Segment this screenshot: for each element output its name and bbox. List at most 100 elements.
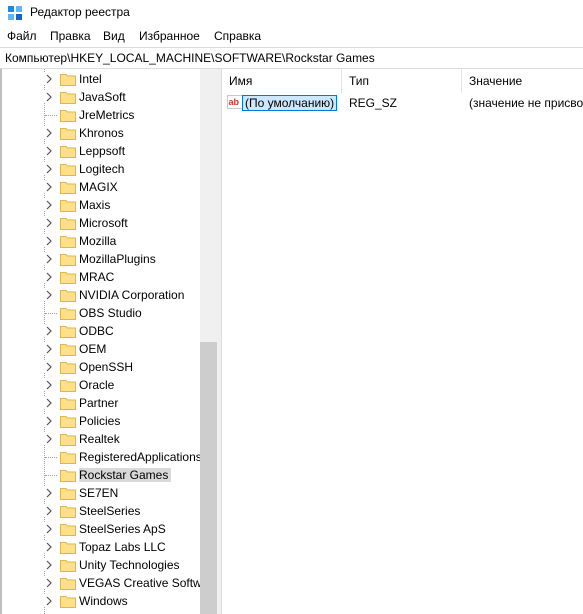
tree-item-label: Microsoft — [79, 216, 128, 230]
tree-item-label: MAGIX — [79, 180, 118, 194]
chevron-right-icon[interactable] — [44, 73, 54, 85]
tree-item[interactable]: OpenSSH — [2, 358, 200, 376]
folder-icon — [60, 578, 76, 590]
tree-item-label: Partner — [79, 396, 119, 410]
address-bar[interactable]: Компьютер\HKEY_LOCAL_MACHINE\SOFTWARE\Ro… — [0, 47, 583, 69]
menu-favorites[interactable]: Избранное — [139, 29, 200, 43]
tree-item[interactable]: SteelSeries — [2, 502, 200, 520]
tree-item[interactable]: SteelSeries ApS — [2, 520, 200, 538]
address-path[interactable]: Компьютер\HKEY_LOCAL_MACHINE\SOFTWARE\Ro… — [5, 51, 375, 65]
chevron-right-icon[interactable] — [44, 559, 54, 571]
chevron-right-icon[interactable] — [44, 361, 54, 373]
values-pane[interactable]: Имя Тип Значение ab (По умолчанию) REG_S… — [222, 69, 583, 614]
tree-item[interactable]: OEM — [2, 340, 200, 358]
tree-item[interactable]: Maxis — [2, 196, 200, 214]
tree-item[interactable]: Topaz Labs LLC — [2, 538, 200, 556]
tree-item-label: MozillaPlugins — [79, 252, 156, 266]
value-name[interactable]: (По умолчанию) — [242, 95, 338, 111]
chevron-right-icon[interactable] — [44, 505, 54, 517]
tree-item[interactable]: RegisteredApplications — [2, 448, 200, 466]
menu-file[interactable]: Файл — [7, 29, 37, 43]
chevron-right-icon[interactable] — [44, 271, 54, 283]
tree-item[interactable]: JreMetrics — [2, 106, 200, 124]
tree-item[interactable]: MAGIX — [2, 178, 200, 196]
tree-item-label: VEGAS Creative Software — [79, 576, 200, 590]
folder-icon — [60, 308, 76, 320]
tree-item-label: Policies — [79, 414, 121, 428]
folder-icon — [60, 128, 76, 140]
column-header-type[interactable]: Тип — [342, 69, 462, 93]
string-value-icon: ab — [227, 95, 243, 109]
column-header-name[interactable]: Имя — [222, 69, 342, 93]
tree-item-label: JavaSoft — [79, 90, 126, 104]
folder-icon — [60, 182, 76, 194]
tree-item-label: MRAC — [79, 270, 115, 284]
tree-item[interactable]: Microsoft — [2, 214, 200, 232]
value-type: REG_SZ — [349, 96, 398, 110]
chevron-right-icon[interactable] — [44, 577, 54, 589]
tree-item[interactable]: Unity Technologies — [2, 556, 200, 574]
tree-item-label: SE7EN — [79, 486, 119, 500]
chevron-right-icon[interactable] — [44, 217, 54, 229]
tree-scrollbar-thumb[interactable] — [200, 342, 217, 614]
chevron-right-icon[interactable] — [44, 487, 54, 499]
tree-item[interactable]: Khronos — [2, 124, 200, 142]
tree-item[interactable]: Intel — [2, 70, 200, 88]
chevron-right-icon[interactable] — [44, 199, 54, 211]
tree-item[interactable]: Rockstar Games — [2, 466, 200, 484]
tree-item[interactable]: ODBC — [2, 322, 200, 340]
folder-icon — [60, 380, 76, 392]
menu-help[interactable]: Справка — [214, 29, 261, 43]
chevron-right-icon[interactable] — [44, 397, 54, 409]
folder-icon — [60, 398, 76, 410]
tree-item-label: ODBC — [79, 324, 114, 338]
chevron-right-icon[interactable] — [44, 163, 54, 175]
tree-item[interactable]: Logitech — [2, 160, 200, 178]
tree-item[interactable]: Mozilla — [2, 232, 200, 250]
title-bar: Редактор реестра — [0, 0, 583, 26]
tree-item-label: OBS Studio — [79, 306, 142, 320]
tree-item[interactable]: Oracle — [2, 376, 200, 394]
tree-item[interactable]: SE7EN — [2, 484, 200, 502]
registry-tree[interactable]: Intel JavaSoft JreMetrics Khronos Leppsoft Lo… — [2, 69, 200, 614]
tree-item[interactable]: Windows — [2, 592, 200, 610]
folder-icon — [60, 470, 76, 482]
value-data: (значение не присвоено) — [469, 96, 583, 110]
menu-edit[interactable]: Правка — [50, 29, 91, 43]
chevron-right-icon[interactable] — [44, 325, 54, 337]
tree-item[interactable]: Realtek — [2, 430, 200, 448]
chevron-right-icon[interactable] — [44, 523, 54, 535]
value-row[interactable]: ab (По умолчанию) REG_SZ (значение не пр… — [222, 94, 583, 112]
tree-item[interactable]: MozillaPlugins — [2, 250, 200, 268]
tree-item[interactable]: Leppsoft — [2, 142, 200, 160]
tree-item[interactable]: Policies — [2, 412, 200, 430]
chevron-right-icon[interactable] — [44, 433, 54, 445]
tree-item[interactable]: OBS Studio — [2, 304, 200, 322]
chevron-right-icon[interactable] — [44, 235, 54, 247]
tree-item-label: Leppsoft — [79, 144, 126, 158]
tree-item[interactable]: JavaSoft — [2, 88, 200, 106]
tree-item[interactable]: MRAC — [2, 268, 200, 286]
column-header-data[interactable]: Значение — [462, 69, 583, 93]
registry-editor-icon — [8, 6, 22, 20]
chevron-right-icon[interactable] — [44, 379, 54, 391]
chevron-right-icon[interactable] — [44, 541, 54, 553]
folder-icon — [60, 218, 76, 230]
tree-item[interactable]: NVIDIA Corporation — [2, 286, 200, 304]
chevron-right-icon[interactable] — [44, 91, 54, 103]
folder-icon — [60, 200, 76, 212]
tree-item-label: RegisteredApplications — [79, 450, 200, 464]
chevron-right-icon[interactable] — [44, 145, 54, 157]
chevron-right-icon[interactable] — [44, 289, 54, 301]
chevron-right-icon[interactable] — [44, 181, 54, 193]
tree-item-label: Logitech — [79, 162, 125, 176]
folder-icon — [60, 452, 76, 464]
chevron-right-icon[interactable] — [44, 415, 54, 427]
tree-item[interactable]: VEGAS Creative Software — [2, 574, 200, 592]
chevron-right-icon[interactable] — [44, 343, 54, 355]
chevron-right-icon[interactable] — [44, 595, 54, 607]
tree-item[interactable]: Partner — [2, 394, 200, 412]
menu-view[interactable]: Вид — [103, 29, 125, 43]
chevron-right-icon[interactable] — [44, 253, 54, 265]
chevron-right-icon[interactable] — [44, 127, 54, 139]
